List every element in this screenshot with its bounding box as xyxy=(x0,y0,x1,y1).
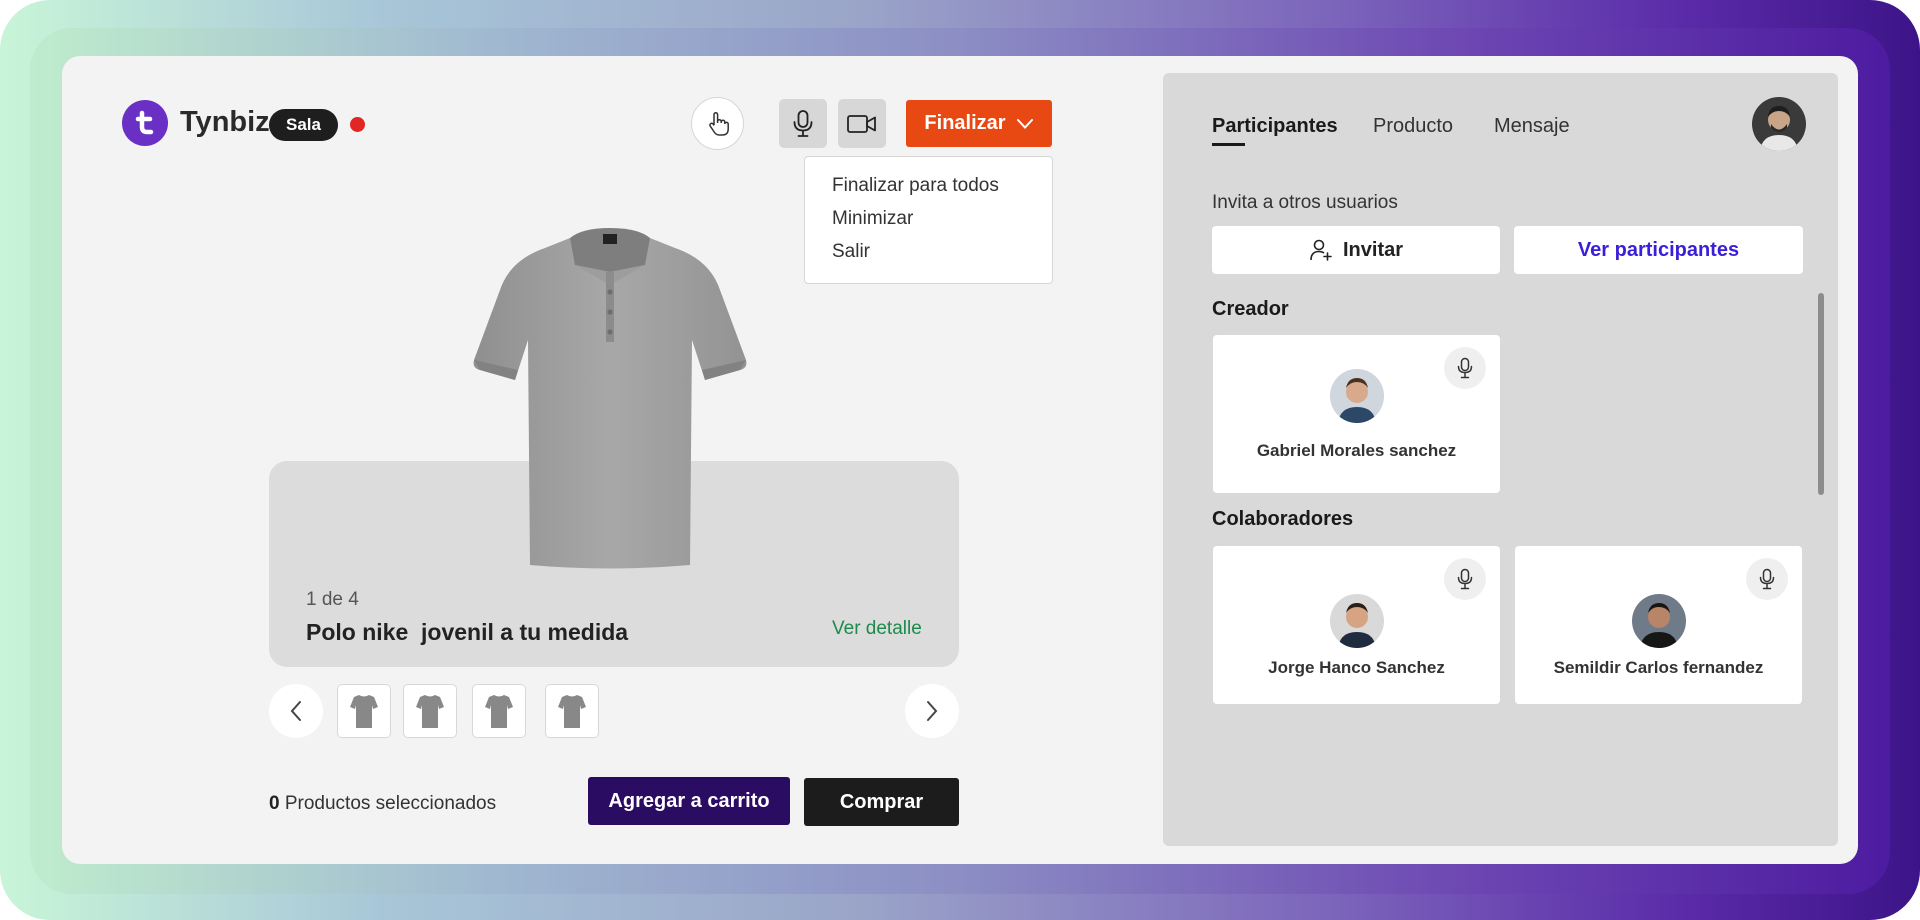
tab-mensaje[interactable]: Mensaje xyxy=(1494,115,1570,138)
invite-button[interactable]: Invitar xyxy=(1212,226,1500,274)
participant-name: Jorge Hanco Sanchez xyxy=(1268,658,1445,677)
microphone-icon xyxy=(1759,568,1775,590)
participant-mic-button[interactable] xyxy=(1444,347,1486,389)
polo-thumbnail-icon xyxy=(350,695,378,728)
user-avatar[interactable] xyxy=(1752,97,1806,151)
participant-mic-button[interactable] xyxy=(1444,558,1486,600)
product-image xyxy=(470,220,750,570)
carousel-prev-button[interactable] xyxy=(269,684,323,738)
menu-item-salir[interactable]: Salir xyxy=(832,241,1052,274)
microphone-icon xyxy=(793,109,813,137)
chevron-down-icon xyxy=(1016,118,1033,129)
add-user-icon xyxy=(1310,239,1332,261)
video-camera-icon xyxy=(847,114,876,133)
recording-indicator xyxy=(350,117,365,132)
raise-hand-button[interactable] xyxy=(691,97,744,150)
collaborators-section-title: Colaboradores xyxy=(1212,508,1354,530)
participant-card-collaborator: Semildir Carlos fernandez xyxy=(1515,546,1802,704)
menu-item-minimizar[interactable]: Minimizar xyxy=(832,208,1052,241)
raise-hand-icon xyxy=(708,111,729,136)
tynbiz-logo xyxy=(122,100,168,146)
polo-thumbnail-icon xyxy=(416,695,444,728)
room-badge: Sala xyxy=(269,109,338,141)
tab-producto[interactable]: Producto xyxy=(1373,115,1453,138)
finalizar-label: Finalizar xyxy=(924,112,1006,134)
avatar-image xyxy=(1329,594,1384,648)
chevron-right-icon xyxy=(927,701,938,721)
polo-thumbnail-icon xyxy=(485,695,513,728)
tynbiz-logo-icon xyxy=(135,110,154,135)
microphone-icon xyxy=(1457,357,1473,379)
polo-shirt-image xyxy=(473,228,747,569)
camera-button[interactable] xyxy=(838,99,886,148)
invite-button-label: Invitar xyxy=(1342,238,1404,261)
product-thumbnail[interactable] xyxy=(403,684,457,738)
participant-card-creator: Gabriel Morales sanchez xyxy=(1213,335,1500,493)
avatar xyxy=(1329,369,1384,423)
participant-card-collaborator: Jorge Hanco Sanchez xyxy=(1213,546,1500,704)
microphone-button[interactable] xyxy=(779,99,827,148)
product-thumbnail[interactable] xyxy=(545,684,599,738)
participant-mic-button[interactable] xyxy=(1746,558,1788,600)
add-to-cart-button[interactable]: Agregar a carrito xyxy=(588,777,790,825)
view-participants-button[interactable]: Ver participantes xyxy=(1514,226,1803,274)
finalizar-button[interactable]: Finalizar xyxy=(906,100,1052,147)
product-counter: 1 de 4 xyxy=(306,589,359,610)
carousel-next-button[interactable] xyxy=(905,684,959,738)
selected-count-label: Productos seleccionados xyxy=(284,793,497,814)
buy-button[interactable]: Comprar xyxy=(804,778,959,826)
product-thumbnail[interactable] xyxy=(337,684,391,738)
finalizar-dropdown-menu: Finalizar para todos Minimizar Salir xyxy=(804,156,1053,284)
microphone-icon xyxy=(1457,568,1473,590)
selected-products-summary: 0 Productos seleccionados xyxy=(269,793,496,815)
chevron-left-icon xyxy=(290,701,301,721)
avatar xyxy=(1329,594,1384,648)
menu-item-finalizar-para-todos[interactable]: Finalizar para todos xyxy=(832,175,1052,208)
active-tab-indicator xyxy=(1212,143,1245,146)
product-thumbnail[interactable] xyxy=(472,684,526,738)
avatar xyxy=(1631,594,1686,648)
participant-name: Gabriel Morales sanchez xyxy=(1256,441,1457,460)
avatar-image xyxy=(1329,369,1384,423)
creator-section-title: Creador xyxy=(1212,298,1289,320)
tab-participantes[interactable]: Participantes xyxy=(1212,115,1338,138)
participant-name: Semildir Carlos fernandez xyxy=(1553,658,1764,677)
product-title: Polo nike jovenil a tu medida xyxy=(306,619,629,645)
panel-scrollbar[interactable] xyxy=(1818,293,1824,495)
avatar-image xyxy=(1631,594,1686,648)
selected-count-value: 0 xyxy=(269,793,280,814)
invite-prompt: Invita a otros usuarios xyxy=(1212,192,1398,213)
brand-name: Tynbiz xyxy=(180,106,270,138)
user-avatar-image xyxy=(1752,97,1806,151)
polo-thumbnail-icon xyxy=(558,695,586,728)
ver-detalle-link[interactable]: Ver detalle xyxy=(832,618,922,640)
